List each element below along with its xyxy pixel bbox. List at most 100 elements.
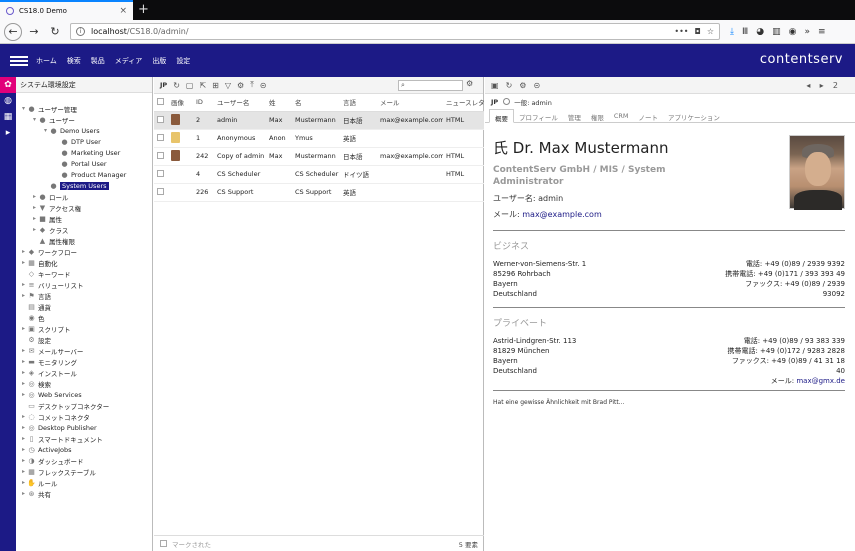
collapsed-icon[interactable]: ▸ bbox=[20, 457, 27, 464]
tree-item[interactable]: ▾ ● ユーザー bbox=[16, 114, 152, 125]
tree-item[interactable]: ▸ ≡ バリューリスト bbox=[16, 279, 152, 290]
tab-applications[interactable]: アプリケーション bbox=[663, 109, 725, 122]
collapsed-icon[interactable]: ▸ bbox=[31, 215, 38, 222]
mask-icon[interactable]: ◉ bbox=[789, 27, 797, 37]
tab-admin[interactable]: 管理 bbox=[563, 109, 586, 122]
add-icon[interactable]: ⊞ bbox=[212, 81, 219, 90]
menu-item-settings[interactable]: 設定 bbox=[176, 56, 190, 66]
collapsed-icon[interactable]: ▸ bbox=[20, 479, 27, 486]
download-icon[interactable]: ⤓ bbox=[730, 27, 734, 37]
expanded-icon[interactable]: ▾ bbox=[31, 116, 38, 123]
globe-icon[interactable]: ◍ bbox=[0, 93, 16, 109]
library-icon[interactable]: Ⅲ bbox=[742, 27, 748, 37]
collapsed-icon[interactable]: ▸ bbox=[31, 193, 38, 200]
expanded-icon[interactable]: ▾ bbox=[20, 105, 27, 112]
tree-item[interactable]: ▸ ▦ 自動化 bbox=[16, 257, 152, 268]
tab-profile[interactable]: プロフィール bbox=[514, 109, 563, 122]
table-row[interactable]: 2 admin Max Mustermann 日本語 max@example.com HTM… bbox=[154, 111, 484, 130]
col-language[interactable]: 言語 bbox=[340, 94, 377, 112]
tab-rights[interactable]: 権限 bbox=[586, 109, 609, 122]
export-icon[interactable]: ⇱ bbox=[199, 81, 206, 90]
gear-icon[interactable]: ⚙ bbox=[237, 81, 244, 90]
sidebar-icon[interactable]: ▥ bbox=[772, 27, 781, 37]
hamburger-icon[interactable] bbox=[10, 54, 28, 68]
collapsed-icon[interactable]: ▸ bbox=[20, 259, 27, 266]
close-icon[interactable]: × bbox=[119, 6, 127, 16]
tree-item[interactable]: ▸ ▬ モニタリング bbox=[16, 356, 152, 367]
row-checkbox[interactable] bbox=[157, 151, 164, 159]
menu-item-media[interactable]: メディア bbox=[115, 56, 143, 66]
marked-filter[interactable]: マークされた bbox=[172, 539, 211, 549]
list-settings-icon[interactable]: ⚙ bbox=[466, 79, 473, 88]
extension-icon[interactable]: ◕ bbox=[756, 27, 764, 37]
tree-item[interactable]: ▸ ▼ アクセス権 bbox=[16, 202, 152, 213]
collapsed-icon[interactable]: ▸ bbox=[20, 281, 27, 288]
new-item-icon[interactable]: ▢ bbox=[186, 81, 194, 90]
new-tab-icon[interactable]: + bbox=[138, 2, 149, 18]
forward-icon[interactable]: → bbox=[25, 23, 43, 41]
row-checkbox[interactable] bbox=[157, 133, 164, 141]
language-code[interactable]: JP bbox=[160, 81, 167, 89]
collapsed-icon[interactable]: ▸ bbox=[20, 490, 27, 497]
settings-gear-icon[interactable]: ✿ bbox=[0, 77, 16, 93]
footer-checkbox[interactable] bbox=[160, 540, 167, 547]
collapsed-icon[interactable]: ▸ bbox=[20, 248, 27, 255]
tree-item[interactable]: ▸ ✋ ルール bbox=[16, 477, 152, 488]
collapsed-icon[interactable]: ▸ bbox=[20, 424, 27, 431]
tab-notes[interactable]: ノート bbox=[634, 109, 664, 122]
col-last-name[interactable]: 姓 bbox=[266, 94, 292, 112]
tree-item[interactable]: ▸ ✉ メールサーバー bbox=[16, 345, 152, 356]
tree-item[interactable]: ▸ ◎ Desktop Publisher bbox=[16, 422, 152, 433]
menu-icon[interactable]: ≡ bbox=[818, 27, 826, 37]
tab-overview[interactable]: 概要 bbox=[489, 109, 514, 123]
collapsed-icon[interactable]: ▸ bbox=[20, 435, 27, 442]
col-first-name[interactable]: 名 bbox=[292, 94, 340, 112]
tree-item[interactable]: ● DTP User bbox=[16, 136, 152, 147]
collapsed-icon[interactable]: ▸ bbox=[20, 369, 27, 376]
menu-item-products[interactable]: 製品 bbox=[91, 56, 105, 66]
browser-tab[interactable]: CS18.0 Demo × bbox=[0, 0, 133, 20]
table-icon[interactable]: ▦ bbox=[0, 109, 16, 125]
table-row[interactable]: 4 CS Scheduler CS Scheduler ドイツ語 HTML bbox=[154, 165, 484, 184]
tree-item[interactable]: ▲ 属性権限 bbox=[16, 235, 152, 246]
menu-item-publish[interactable]: 出版 bbox=[152, 56, 166, 66]
expanded-icon[interactable]: ▾ bbox=[42, 127, 49, 134]
col-newsletter[interactable]: ニュースレタ bbox=[443, 94, 484, 112]
next-icon[interactable]: ▸ bbox=[820, 81, 824, 90]
tree-item[interactable]: ▸ ◌ コメットコネクタ bbox=[16, 411, 152, 422]
collapsed-icon[interactable]: ▸ bbox=[20, 380, 27, 387]
reload-icon[interactable]: ↻ bbox=[46, 23, 64, 41]
collapsed-icon[interactable]: ▸ bbox=[20, 446, 27, 453]
collapsed-icon[interactable]: ▸ bbox=[20, 292, 27, 299]
menu-item-search[interactable]: 検索 bbox=[67, 56, 81, 66]
tree-item[interactable]: ● System Users bbox=[16, 180, 152, 191]
gear-icon[interactable]: ⚙ bbox=[519, 81, 526, 90]
bookmark-star-icon[interactable]: ☆ bbox=[707, 27, 714, 36]
table-row[interactable]: 226 CS Support CS Support 英語 bbox=[154, 183, 484, 202]
private-email-link[interactable]: max@gmx.de bbox=[796, 377, 845, 385]
collapsed-icon[interactable]: ▸ bbox=[20, 347, 27, 354]
tree-item[interactable]: ● Marketing User bbox=[16, 147, 152, 158]
language-code[interactable]: JP bbox=[491, 98, 498, 106]
collapsed-icon[interactable]: ▸ bbox=[20, 358, 27, 365]
row-checkbox[interactable] bbox=[157, 169, 164, 177]
tree-item[interactable]: ▸ ▣ スクリプト bbox=[16, 323, 152, 334]
tree-item[interactable]: ▸ ◑ ダッシュボード bbox=[16, 455, 152, 466]
row-checkbox[interactable] bbox=[157, 187, 164, 195]
tree-item[interactable]: ▸ ◆ ワークフロー bbox=[16, 246, 152, 257]
tree-item[interactable]: ▸ ◎ Web Services bbox=[16, 389, 152, 400]
email-link[interactable]: max@example.com bbox=[522, 210, 602, 219]
back-icon[interactable]: ← bbox=[4, 22, 22, 41]
tree-item[interactable]: ▸ ◈ インストール bbox=[16, 367, 152, 378]
prev-icon[interactable]: ◂ bbox=[806, 81, 810, 90]
col-email[interactable]: メール bbox=[377, 94, 443, 112]
filter-icon[interactable]: ▽ bbox=[225, 81, 231, 90]
tree-item[interactable]: ▸ ◆ クラス bbox=[16, 224, 152, 235]
collapsed-icon[interactable]: ▸ bbox=[20, 413, 27, 420]
tab-crm[interactable]: CRM bbox=[609, 109, 634, 122]
refresh-icon[interactable]: ↻ bbox=[506, 81, 513, 90]
table-row[interactable]: 1 Anonymous Anon Ymus 英語 bbox=[154, 129, 484, 148]
tree-item[interactable]: ◉ 色 bbox=[16, 312, 152, 323]
tree-item[interactable]: ▸ ⊛ 共有 bbox=[16, 488, 152, 499]
tree-item[interactable]: ▸ ● ロール bbox=[16, 191, 152, 202]
